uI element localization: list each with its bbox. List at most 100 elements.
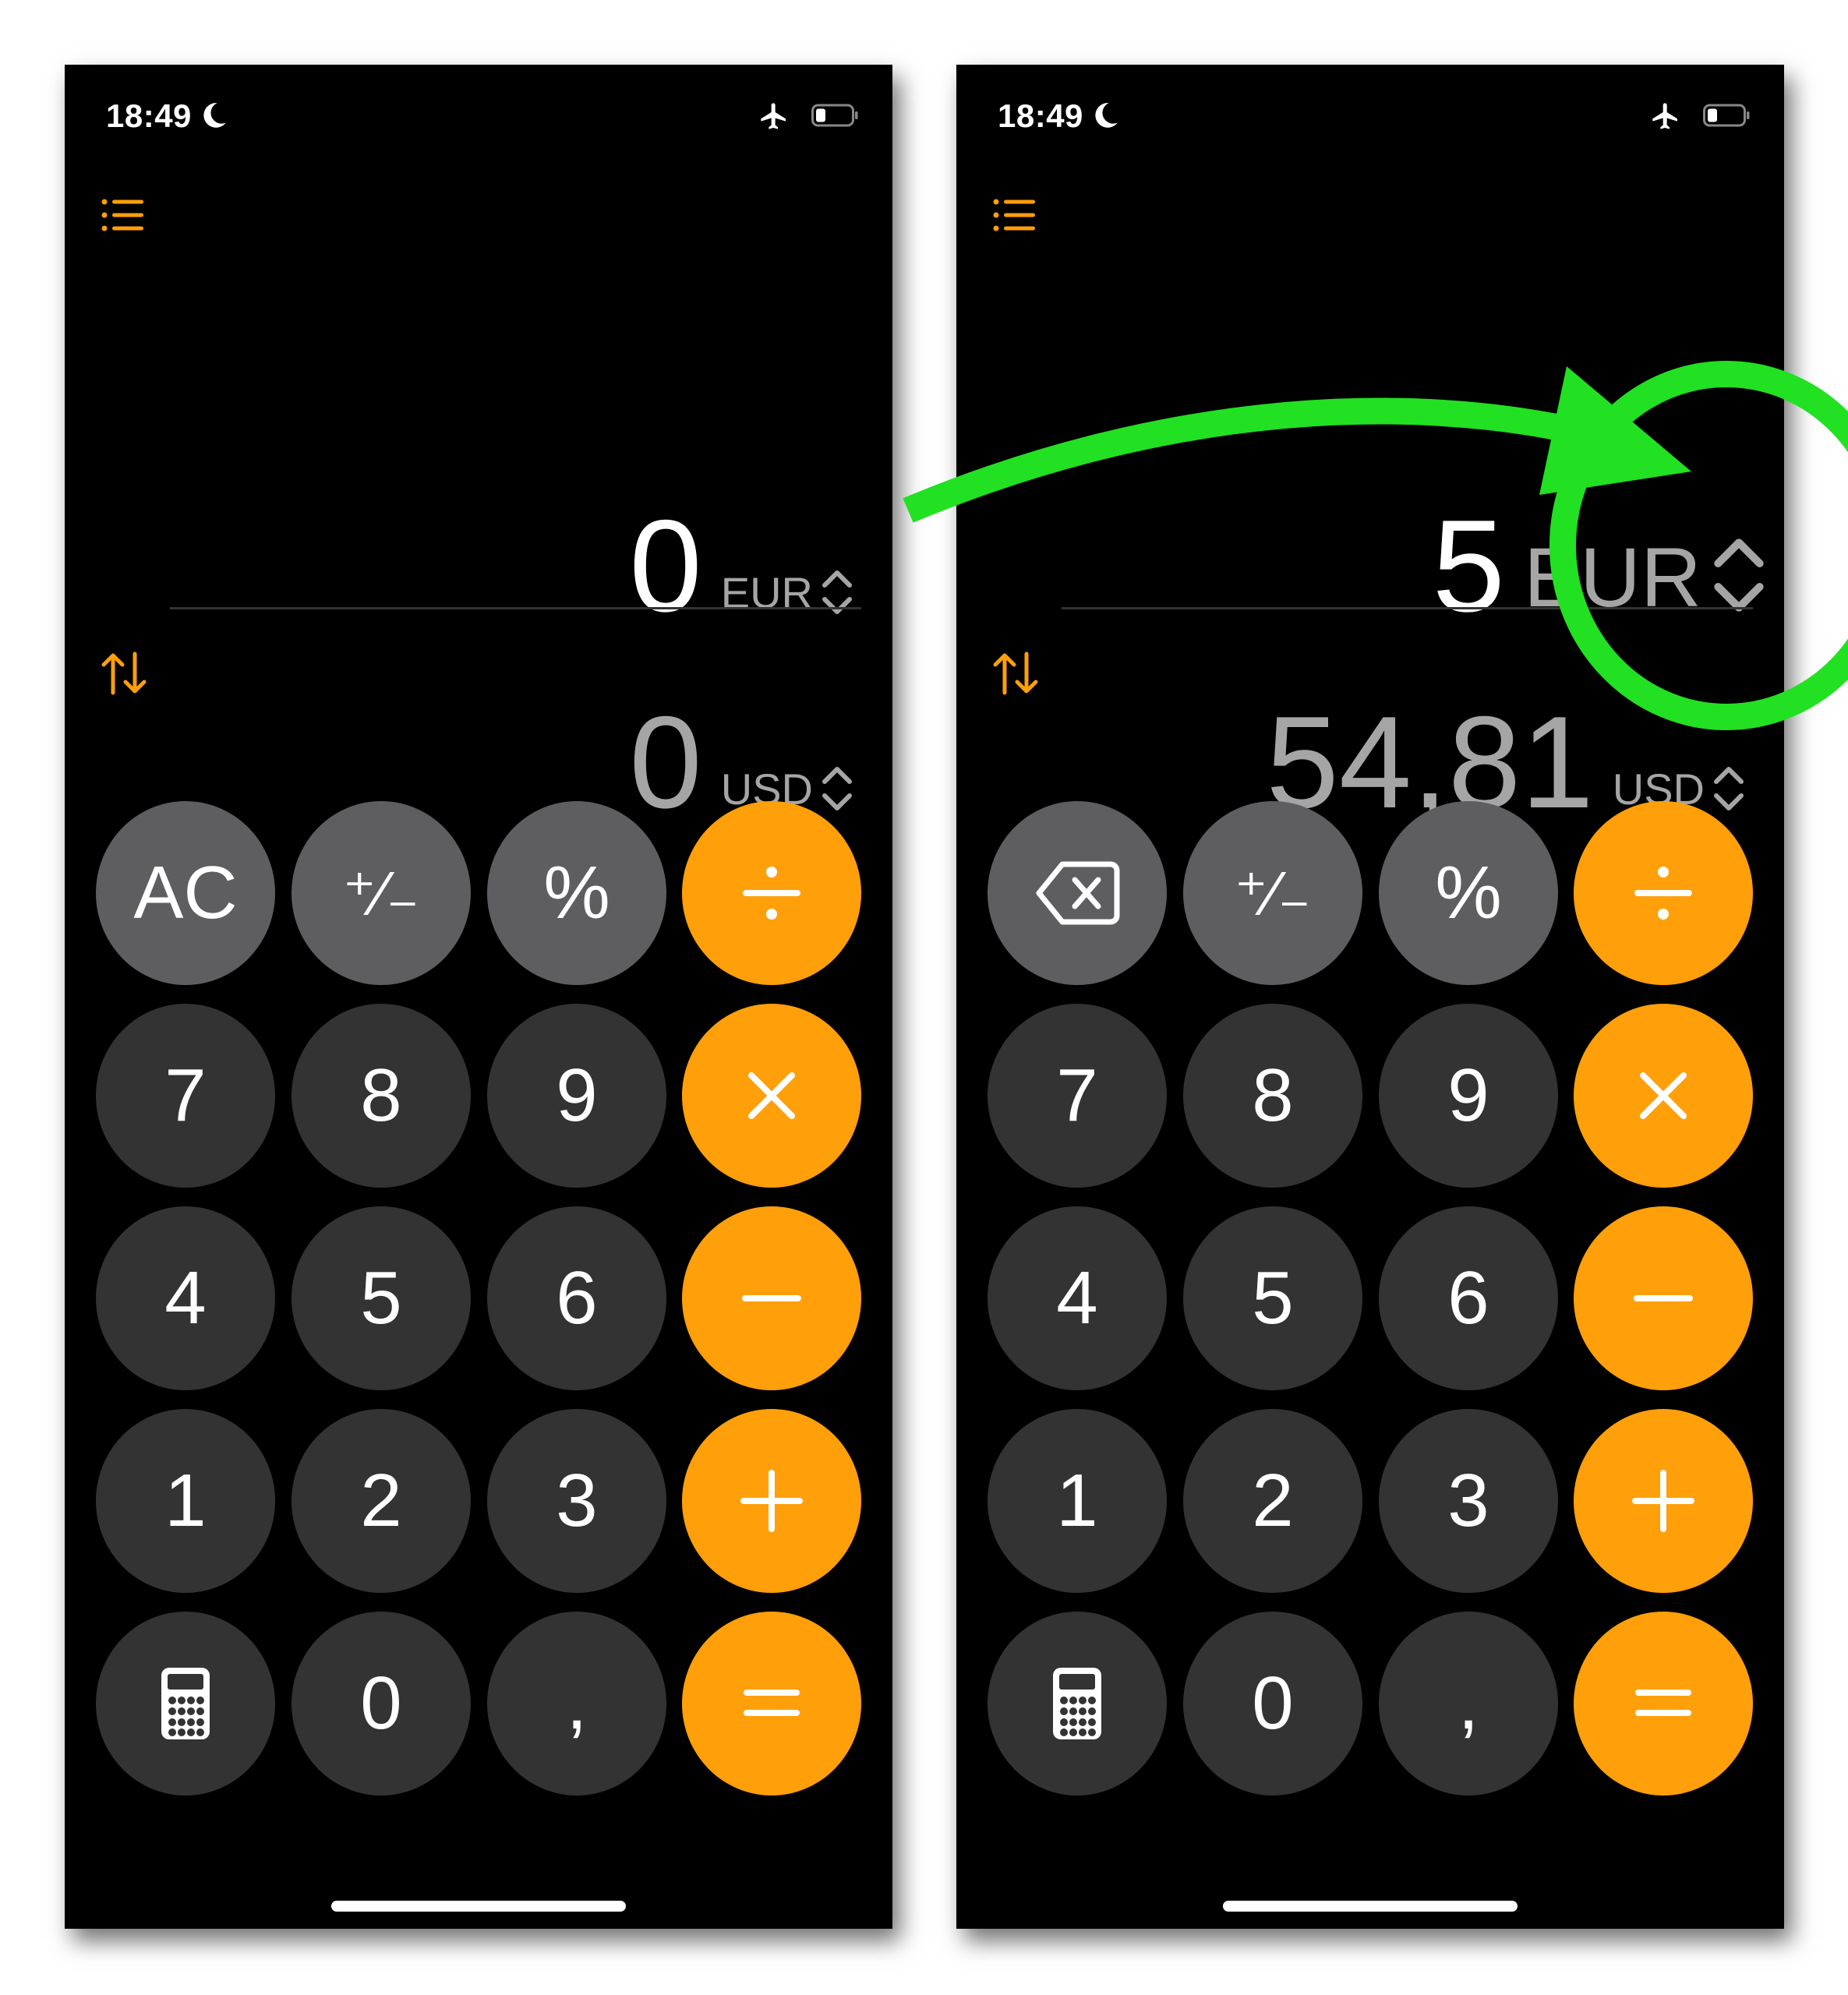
divide-button[interactable] [682, 801, 861, 985]
calculator-mode-button[interactable] [988, 1612, 1167, 1796]
digit-label: 2 [360, 1459, 402, 1542]
minus-button[interactable] [682, 1206, 861, 1390]
digit-label: 9 [1447, 1054, 1489, 1137]
equals-button[interactable] [1574, 1612, 1753, 1796]
digit-0-button[interactable]: 0 [292, 1612, 471, 1796]
list-icon[interactable] [100, 196, 147, 235]
digit-label: 7 [164, 1054, 207, 1137]
digit-9-button[interactable]: 9 [1379, 1004, 1558, 1188]
keypad: AC ⁺∕₋ % 7 8 9 4 5 6 1 2 3 0 , [96, 801, 863, 1799]
digit-label: 2 [1252, 1459, 1294, 1542]
multiply-icon [748, 1072, 795, 1119]
airplane-icon [1652, 103, 1677, 129]
backspace-icon [1036, 861, 1120, 925]
battery-icon [811, 104, 858, 127]
phone-screen-right: 18:49 5 EUR 54,81 USD ⁺∕₋ % 7 8 9 4 5 6 … [956, 65, 1784, 1929]
plus-button[interactable] [1574, 1409, 1753, 1593]
digit-4-button[interactable]: 4 [988, 1206, 1167, 1390]
digit-5-button[interactable]: 5 [1183, 1206, 1362, 1390]
percent-button[interactable]: % [1379, 801, 1558, 985]
digit-5-button[interactable]: 5 [292, 1206, 471, 1390]
multiply-button[interactable] [682, 1004, 861, 1188]
decimal-label: , [566, 1661, 588, 1745]
moon-icon [1095, 103, 1118, 128]
plus-icon [740, 1470, 803, 1532]
percent-label: % [1435, 851, 1502, 934]
digit-label: 3 [1447, 1459, 1489, 1542]
digit-1-button[interactable]: 1 [96, 1409, 275, 1593]
decimal-button[interactable]: , [487, 1612, 666, 1796]
digit-4-button[interactable]: 4 [96, 1206, 275, 1390]
digit-label: 8 [1252, 1054, 1294, 1137]
moon-icon [203, 103, 226, 128]
chevron-updown-icon[interactable] [1708, 532, 1770, 618]
chevron-updown-icon[interactable] [819, 567, 855, 618]
multiply-button[interactable] [1574, 1004, 1753, 1188]
status-bar: 18:49 [956, 97, 1784, 144]
status-bar: 18:49 [65, 97, 892, 144]
digit-label: 6 [1447, 1256, 1489, 1340]
calculator-mode-button[interactable] [96, 1612, 275, 1796]
digit-1-button[interactable]: 1 [988, 1409, 1167, 1593]
digit-label: 0 [360, 1661, 402, 1745]
digit-label: 5 [1252, 1256, 1294, 1340]
equals-icon [1635, 1690, 1691, 1716]
swap-arrows-icon[interactable] [99, 648, 150, 699]
divide-icon [1634, 867, 1692, 920]
keypad: ⁺∕₋ % 7 8 9 4 5 6 1 2 3 0 , [988, 801, 1754, 1799]
percent-button[interactable]: % [487, 801, 666, 985]
plus-minus-label: ⁺∕₋ [1235, 858, 1311, 928]
digit-6-button[interactable]: 6 [1379, 1206, 1558, 1390]
plus-minus-button[interactable]: ⁺∕₋ [292, 801, 471, 985]
home-indicator[interactable] [1223, 1901, 1518, 1912]
digit-2-button[interactable]: 2 [292, 1409, 471, 1593]
airplane-icon [761, 103, 786, 129]
digit-label: 4 [1056, 1256, 1098, 1340]
digit-label: 9 [556, 1054, 598, 1137]
digit-label: 7 [1056, 1054, 1098, 1137]
digit-0-button[interactable]: 0 [1183, 1612, 1362, 1796]
digit-8-button[interactable]: 8 [1183, 1004, 1362, 1188]
clear-button[interactable]: AC [96, 801, 275, 985]
equals-icon [744, 1690, 800, 1716]
minus-icon [742, 1295, 801, 1301]
digit-3-button[interactable]: 3 [487, 1409, 666, 1593]
decimal-button[interactable]: , [1379, 1612, 1558, 1796]
plus-icon [1632, 1470, 1694, 1532]
swap-arrows-icon[interactable] [991, 648, 1042, 699]
digit-7-button[interactable]: 7 [96, 1004, 275, 1188]
plus-button[interactable] [682, 1409, 861, 1593]
digit-label: 3 [556, 1459, 598, 1542]
digit-label: 1 [1056, 1459, 1098, 1542]
equals-button[interactable] [682, 1612, 861, 1796]
primary-currency[interactable]: EUR [1524, 535, 1701, 620]
backspace-button[interactable] [988, 801, 1167, 985]
digit-3-button[interactable]: 3 [1379, 1409, 1558, 1593]
minus-icon [1634, 1295, 1693, 1301]
digit-label: 5 [360, 1256, 402, 1340]
status-time: 18:49 [998, 97, 1083, 134]
divide-icon [743, 867, 800, 920]
percent-label: % [543, 851, 610, 934]
plus-minus-button[interactable]: ⁺∕₋ [1183, 801, 1362, 985]
digit-label: 0 [1252, 1661, 1294, 1745]
clear-label: AC [133, 851, 238, 934]
list-icon[interactable] [991, 196, 1038, 235]
phone-screen-left: 18:49 0 EUR 0 USD AC ⁺∕₋ % 7 8 9 4 5 6 1… [65, 65, 892, 1929]
digit-label: 8 [360, 1054, 402, 1137]
divide-button[interactable] [1574, 801, 1753, 985]
digit-6-button[interactable]: 6 [487, 1206, 666, 1390]
primary-display: 5 EUR [1433, 492, 1770, 631]
primary-display: 0 EUR [629, 492, 855, 631]
digit-9-button[interactable]: 9 [487, 1004, 666, 1188]
digit-2-button[interactable]: 2 [1183, 1409, 1362, 1593]
status-time: 18:49 [106, 97, 192, 134]
home-indicator[interactable] [331, 1901, 626, 1912]
minus-button[interactable] [1574, 1206, 1753, 1390]
digit-label: 1 [164, 1459, 207, 1542]
battery-icon [1703, 104, 1750, 127]
multiply-icon [1640, 1072, 1687, 1119]
digit-8-button[interactable]: 8 [292, 1004, 471, 1188]
digit-7-button[interactable]: 7 [988, 1004, 1167, 1188]
digit-label: 6 [556, 1256, 598, 1340]
